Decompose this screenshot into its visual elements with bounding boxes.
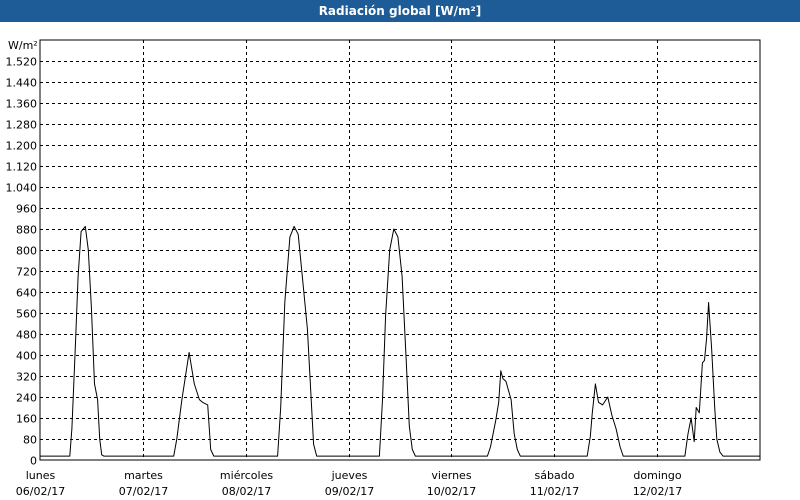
y-tick-label: 880 [16, 224, 37, 237]
y-tick-label: 160 [16, 413, 37, 426]
y-tick-label: 480 [16, 329, 37, 342]
y-tick-label: 240 [16, 392, 37, 405]
y-tick-label: 800 [16, 245, 37, 258]
x-tick-day: sábado [535, 469, 575, 482]
x-tick-day: jueves [331, 469, 368, 482]
x-tick-date: 10/02/17 [427, 485, 476, 498]
y-tick-label: 1.040 [6, 182, 38, 195]
x-tick-date: 06/02/17 [16, 485, 65, 498]
y-tick-label: 80 [23, 434, 37, 447]
y-axis-label: W/m² [8, 39, 38, 52]
x-tick-date: 07/02/17 [119, 485, 168, 498]
y-tick-label: 1.520 [6, 56, 38, 69]
x-tick-day: martes [124, 469, 163, 482]
y-tick-label: 400 [16, 350, 37, 363]
y-tick-label: 560 [16, 308, 37, 321]
y-tick-label: 1.280 [6, 119, 38, 132]
y-tick-label: 1.440 [6, 77, 38, 90]
x-tick-date: 11/02/17 [530, 485, 579, 498]
x-tick-day: miércoles [220, 469, 273, 482]
y-tick-label: 960 [16, 203, 37, 216]
y-tick-label: 640 [16, 287, 37, 300]
gridlines [40, 40, 760, 460]
y-tick-label: 1.200 [6, 140, 38, 153]
x-tick-day: lunes [26, 469, 56, 482]
radiation-chart: 0 80 160 240 320 400 480 560 640 720 800 880 960 1.04… [6, 39, 761, 498]
y-axis: 0 80 160 240 320 400 480 560 640 720 800 880 960 1.04… [6, 56, 38, 468]
x-tick-day: domingo [633, 469, 681, 482]
x-tick-date: 09/02/17 [325, 485, 374, 498]
y-tick-label: 0 [30, 455, 37, 468]
x-tick-day: viernes [431, 469, 471, 482]
chart-window: Radiación global [W/m²] 0 80 160 240 320 400 4… [0, 0, 800, 500]
x-tick-date: 12/02/17 [633, 485, 682, 498]
y-tick-label: 720 [16, 266, 37, 279]
y-tick-label: 320 [16, 371, 37, 384]
y-tick-label: 1.120 [6, 161, 38, 174]
y-tick-label: 1.360 [6, 98, 38, 111]
x-axis: lunes 06/02/17 martes 07/02/17 miércoles 08/0… [16, 469, 682, 498]
x-tick-date: 08/02/17 [222, 485, 271, 498]
